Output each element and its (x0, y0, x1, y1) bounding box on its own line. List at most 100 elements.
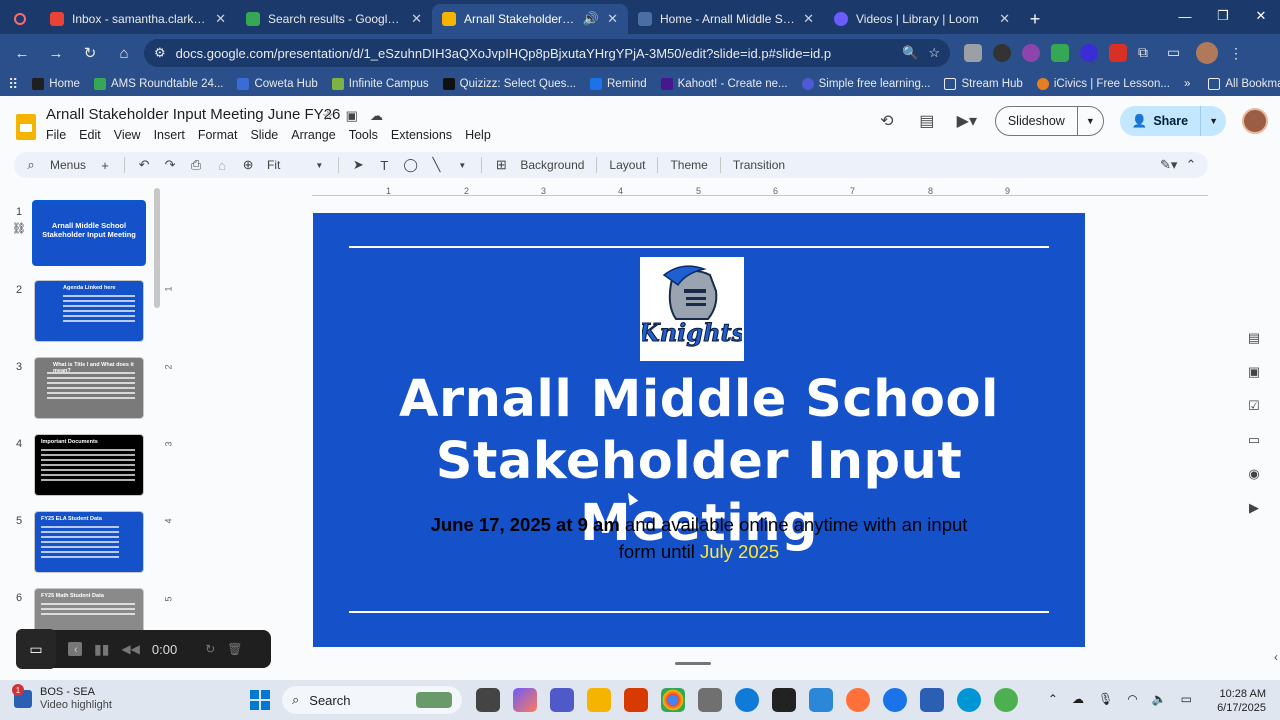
close-tab-icon[interactable]: ✕ (607, 11, 618, 27)
bookmark-item[interactable]: iCivics | Free Lesson... (1036, 78, 1170, 90)
minimize-icon[interactable]: — (1166, 0, 1204, 32)
new-tab-button[interactable]: + (1020, 4, 1050, 34)
bookmark-item[interactable]: Coweta Hub (237, 78, 318, 90)
theme-button[interactable]: Theme (670, 158, 707, 172)
menu-slide[interactable]: Slide (250, 128, 278, 142)
paint-format-icon[interactable]: ⌂ (215, 158, 229, 173)
filmstrip-slide-2[interactable]: 2 Agenda Linked here (0, 276, 160, 342)
restart-icon[interactable]: ↻ (205, 642, 215, 656)
globe-icon[interactable] (994, 688, 1018, 712)
edge-icon[interactable] (735, 688, 759, 712)
collapse-chevron-icon[interactable]: ⌃ (1184, 157, 1198, 173)
menu-arrange[interactable]: Arrange (291, 128, 335, 142)
windows-start-icon[interactable] (250, 690, 270, 710)
home-icon[interactable]: ⌂ (110, 39, 138, 67)
store-icon[interactable] (920, 688, 944, 712)
zoom-icon[interactable]: ⊕ (241, 157, 255, 173)
slideshow-button[interactable]: Slideshow ▼ (994, 106, 1104, 136)
url-text[interactable]: docs.google.com/presentation/d/1_eSzuhnD… (176, 46, 893, 61)
more-bookmarks-icon[interactable]: » (1184, 78, 1190, 90)
zoom-select[interactable]: Fit (267, 158, 280, 172)
document-title[interactable]: Arnall Stakeholder Input Meeting June FY… (46, 106, 340, 123)
all-bookmarks[interactable]: All Bookmarks (1208, 78, 1280, 90)
menu-extensions[interactable]: Extensions (391, 128, 452, 142)
browser-tab-drive[interactable]: Search results - Google Drive ✕ (236, 4, 432, 34)
pause-icon[interactable]: ▮▮ (94, 641, 109, 658)
menus-search[interactable]: Menus (50, 158, 86, 172)
new-slide-icon[interactable]: + (98, 158, 112, 173)
menu-file[interactable]: File (46, 128, 66, 142)
teams-icon[interactable] (550, 688, 574, 712)
taskbar-search[interactable]: ⌕ Search (282, 686, 462, 714)
chevron-down-icon[interactable]: ▼ (1076, 107, 1103, 135)
chrome-icon[interactable] (661, 688, 685, 712)
speaker-notes-icon[interactable]: ▤ (1248, 330, 1260, 346)
comment-add-icon[interactable]: ⊞ (494, 157, 508, 173)
snipping-tool-icon[interactable] (809, 688, 833, 712)
line-icon[interactable]: ╲ (429, 157, 443, 173)
slide-thumbnail[interactable]: What is Title I and What does it mean? (34, 357, 144, 419)
knights-logo-image[interactable]: Knights (640, 257, 744, 361)
apps-grid-icon[interactable]: ⠿ (8, 76, 18, 93)
video-icon[interactable]: ▶ (1249, 500, 1259, 516)
comments-icon[interactable]: ▤ (915, 111, 939, 131)
tasks-icon[interactable]: ☑ (1248, 398, 1260, 414)
version-history-icon[interactable]: ⟲ (875, 111, 899, 131)
speaker-icon[interactable]: 🔊 (583, 11, 599, 27)
volume-icon[interactable]: 🔈 (1152, 692, 1167, 706)
task-view-icon[interactable] (476, 688, 500, 712)
trash-icon[interactable]: 🗑 (227, 642, 242, 656)
pdf-extension-icon[interactable] (1109, 44, 1127, 62)
record-icon[interactable]: ◉ (1248, 466, 1259, 482)
slide-canvas[interactable]: Knights Arnall Middle School Stakeholder… (313, 213, 1085, 647)
restore-icon[interactable]: ❐ (1204, 0, 1242, 32)
taskbar-clock[interactable]: 10:28 AM 6/17/2025 (1217, 687, 1266, 715)
browser-tab-gmail[interactable]: Inbox - samantha.clark@coweta ✕ (40, 4, 236, 34)
profile-avatar[interactable] (1196, 42, 1218, 64)
network-icon[interactable]: ☁ (1072, 692, 1084, 706)
filmstrip-slide-4[interactable]: 4 Important Documents (0, 430, 160, 496)
slide-subtitle[interactable]: June 17, 2025 at 9 am and available onli… (413, 511, 985, 565)
browser-tab-school[interactable]: Home - Arnall Middle School ✕ (628, 4, 824, 34)
file-explorer-icon[interactable] (587, 688, 611, 712)
cloud-status-icon[interactable]: ☁ (370, 108, 383, 124)
chevron-up-icon[interactable]: ⌃ (1048, 692, 1058, 706)
bookmark-item[interactable]: Stream Hub (944, 78, 1023, 90)
share-main[interactable]: 👤 Share (1120, 114, 1200, 129)
chevron-down-icon[interactable]: ▼ (1200, 106, 1226, 136)
transition-button[interactable]: Transition (733, 158, 785, 172)
slide-thumbnail[interactable]: Important Documents (34, 434, 144, 496)
move-folder-icon[interactable]: ▣ (346, 108, 358, 124)
menu-edit[interactable]: Edit (79, 128, 101, 142)
bookmark-item[interactable]: Infinite Campus (331, 78, 429, 90)
filmstrip-slide-1[interactable]: 1 ⛓ Arnall Middle School Stakeholder Inp… (0, 198, 160, 266)
reload-icon[interactable]: ↻ (76, 39, 104, 67)
address-bar[interactable]: ⚙ docs.google.com/presentation/d/1_eSzuh… (144, 39, 950, 67)
filmstrip-scrollbar[interactable] (154, 188, 160, 308)
widgets-button[interactable]: 1 BOS - SEA Video highlight (12, 684, 112, 712)
slideshow-label[interactable]: Slideshow (996, 114, 1077, 128)
rewind-icon[interactable]: ◀◀ (121, 642, 139, 656)
menu-insert[interactable]: Insert (154, 128, 185, 142)
browser-tab-loom[interactable]: Videos | Library | Loom ✕ (824, 4, 1020, 34)
extension-icon[interactable] (1022, 44, 1040, 62)
firefox-icon[interactable] (846, 688, 870, 712)
search-icon[interactable]: ⌕ (24, 157, 38, 173)
puzzle-icon[interactable]: ⧉ (1138, 44, 1156, 62)
filmstrip-slide-3[interactable]: 3 What is Title I and What does it mean? (0, 353, 160, 419)
close-tab-icon[interactable]: ✕ (215, 11, 226, 27)
battery-icon[interactable]: ▭ (1181, 692, 1192, 706)
extension-icon[interactable] (1051, 44, 1069, 62)
terminal-icon[interactable] (772, 688, 796, 712)
bookmark-item[interactable]: Simple free learning... (801, 78, 930, 90)
chevron-left-icon[interactable]: ‹ (74, 644, 78, 656)
filmstrip-slide-5[interactable]: 5 FY25 ELA Student Data (0, 507, 160, 573)
m365-icon[interactable] (624, 688, 648, 712)
image-icon[interactable]: ◯ (403, 157, 418, 173)
menu-tools[interactable]: Tools (349, 128, 378, 142)
close-tab-icon[interactable]: ✕ (411, 11, 422, 27)
menu-help[interactable]: Help (465, 128, 491, 142)
extension-icon[interactable] (993, 44, 1011, 62)
bookmark-item[interactable]: AMS Roundtable 24... (93, 78, 223, 90)
keep-icon[interactable]: ▣ (1248, 364, 1260, 380)
